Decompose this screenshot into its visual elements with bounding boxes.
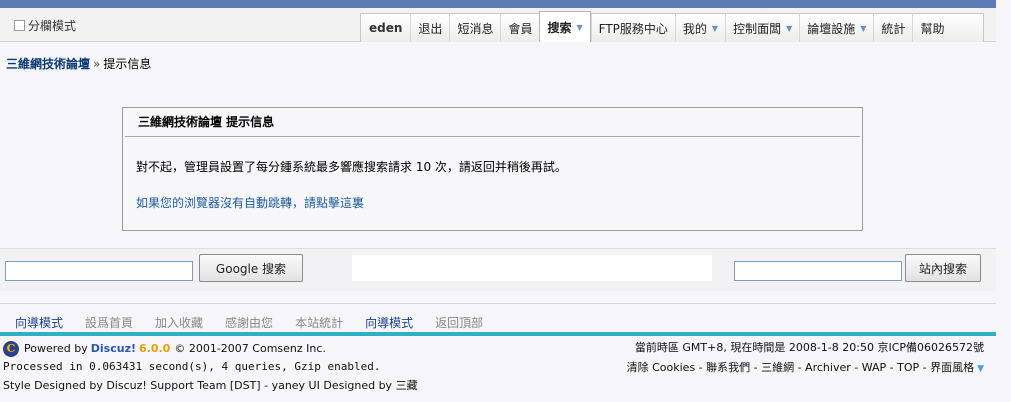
footer-nav-top[interactable]: 返回頂部: [435, 314, 483, 331]
nav-control-panel-label: 控制面闆: [733, 21, 782, 36]
breadcrumb-separator: »: [93, 57, 101, 71]
breadcrumb: 三維網技術論壇» 提示信息: [6, 55, 151, 72]
top-header-strip: [0, 0, 996, 8]
footer-accent-bar: [0, 332, 996, 336]
chevron-down-icon: ▼: [711, 23, 719, 33]
nav-stats-label: 統計: [881, 21, 906, 36]
split-mode-checkbox[interactable]: [14, 20, 25, 31]
message-title: 三維網技術論壇 提示信息: [125, 108, 860, 137]
nav-forum-tools[interactable]: 論壇設施 ▼: [799, 14, 873, 42]
split-mode-label: 分欄模式: [28, 19, 77, 33]
nav-members[interactable]: 會員: [500, 14, 539, 42]
nav-forum-tools-label: 論壇設施: [807, 21, 856, 36]
footer-nav: 向導模式 設爲首頁 加入收藏 感謝由您 本站統計 向導模式 返回頂部: [0, 313, 996, 332]
nav-username[interactable]: eden: [361, 14, 410, 42]
nav-ftp-label: FTP服務中心: [598, 21, 668, 36]
google-search-button[interactable]: Google 搜索: [199, 254, 303, 282]
nav-stats[interactable]: 統計: [873, 14, 912, 42]
discuz-brand-link[interactable]: Discuz!: [91, 342, 136, 355]
nav-mine[interactable]: 我的 ▼: [674, 14, 725, 42]
chevron-down-icon: ▼: [576, 22, 583, 32]
footer-nav-stats[interactable]: 本站統計: [295, 314, 343, 331]
message-text: 對不起，管理員設置了每分鍾系統最多響應搜索請求 10 次，請返回并稍後再試。: [136, 160, 567, 174]
footer-nav-favorite[interactable]: 加入收藏: [155, 314, 203, 331]
discuz-logo-icon: C: [3, 340, 19, 357]
time-info: 當前時區 GMT+8, 現在時間是 2008-1-8 20:50 京ICP備06…: [634, 341, 984, 354]
top-nav: eden 退出 短消息 會員 搜索 ▼ FTP服務中心 我的 ▼ 控制面闆 ▼ 論壇設…: [360, 11, 984, 42]
style-credit: Style Designed by Discuz! Support Team […: [3, 379, 418, 392]
nav-logout-label: 退出: [418, 21, 443, 36]
chevron-down-icon: ▼: [977, 364, 984, 374]
footer-info: 當前時區 GMT+8, 現在時間是 2008-1-8 20:50 京ICP備06…: [627, 339, 984, 375]
discuz-version: 6.0.0: [139, 342, 171, 355]
footer-nav-thanks[interactable]: 感謝由您: [225, 314, 273, 331]
site-search-input[interactable]: [734, 261, 902, 281]
copyright-text: © 2001-2007 Comsenz Inc.: [174, 342, 326, 355]
footer-nav-guide-2[interactable]: 向導模式: [365, 314, 413, 331]
nav-ftp[interactable]: FTP服務中心: [590, 14, 675, 42]
redirect-link[interactable]: 如果您的浏覽器沒有自動跳轉，請點擊這裏: [136, 194, 364, 211]
split-mode-toggle[interactable]: 分欄模式: [14, 17, 76, 34]
nav-help-label: 幫助: [920, 21, 945, 36]
nav-messages[interactable]: 短消息: [449, 14, 500, 42]
nav-search[interactable]: 搜索 ▼: [539, 11, 591, 42]
powered-prefix: Powered by: [24, 342, 88, 355]
site-search-button[interactable]: 站內搜索: [905, 254, 981, 282]
nav-search-label: 搜索: [547, 20, 572, 35]
toolbar: 分欄模式 eden 退出 短消息 會員 搜索 ▼ FTP服務中心 我的 ▼ 控制面闆…: [0, 8, 996, 42]
search-bar: Google 搜索 站內搜索: [0, 248, 996, 291]
google-search-input[interactable]: [5, 261, 193, 281]
divider: [0, 303, 996, 304]
chevron-down-icon: ▼: [860, 23, 867, 33]
banner-box: [352, 255, 712, 281]
message-box: 三維網技術論壇 提示信息 對不起，管理員設置了每分鍾系統最多響應搜索請求 10 …: [122, 107, 863, 231]
footer-credits: C Powered by Discuz! 6.0.0 © 2001-2007 C…: [3, 340, 418, 393]
nav-messages-label: 短消息: [457, 21, 494, 36]
nav-help[interactable]: 幫助: [912, 14, 951, 42]
footer-nav-guide[interactable]: 向導模式: [15, 314, 63, 331]
breadcrumb-current: 提示信息: [103, 57, 152, 71]
nav-control-panel[interactable]: 控制面闆 ▼: [725, 14, 799, 42]
breadcrumb-home-link[interactable]: 三維網技術論壇: [6, 57, 90, 71]
nav-mine-label: 我的: [682, 21, 707, 36]
nav-logout[interactable]: 退出: [410, 14, 449, 42]
nav-members-label: 會員: [508, 21, 533, 36]
footer-links[interactable]: 清除 Cookies - 聯系我們 - 三維網 - Archiver - WAP…: [627, 361, 974, 374]
chevron-down-icon: ▼: [786, 23, 793, 33]
processed-info: Processed in 0.063431 second(s), 4 queri…: [3, 360, 381, 373]
footer-nav-homepage[interactable]: 設爲首頁: [85, 314, 133, 331]
